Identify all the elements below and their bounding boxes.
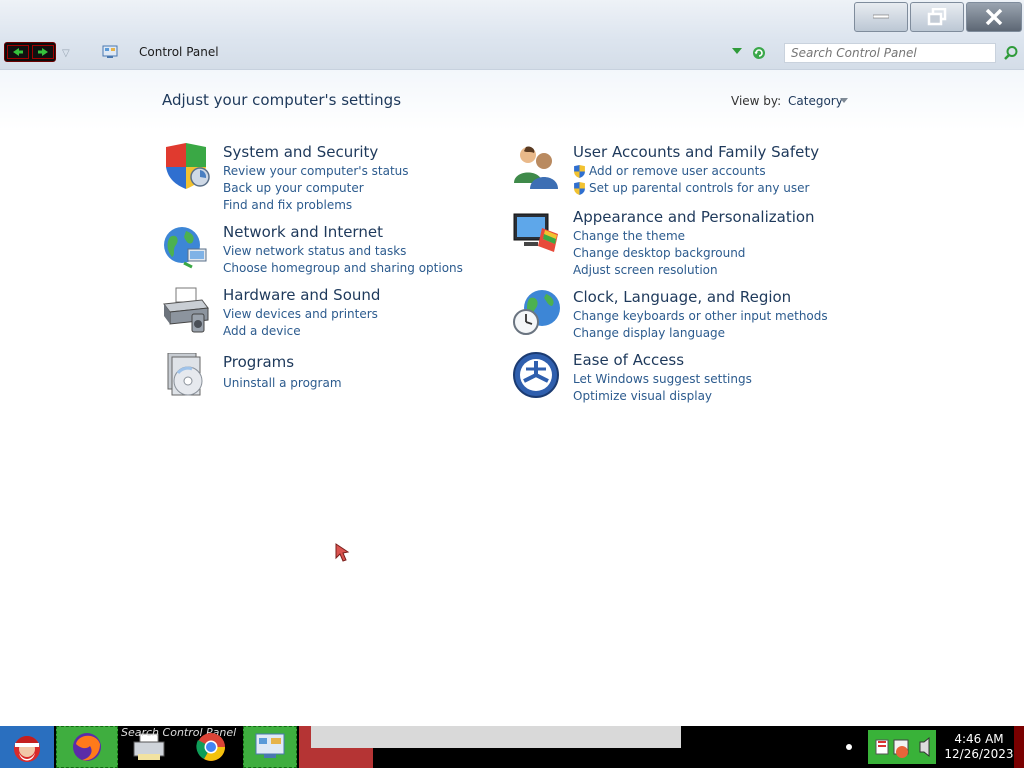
minimize-button[interactable] [854, 2, 908, 32]
refresh-icon[interactable] [751, 45, 767, 61]
tray-indicator-dot [846, 744, 852, 750]
category-title[interactable]: Hardware and Sound [223, 286, 380, 304]
clock-date: 12/26/2023 [944, 747, 1014, 761]
taskbar-chrome[interactable] [181, 726, 241, 768]
category-links: Change the theme Change desktop backgrou… [573, 228, 745, 279]
category-links: Let Windows suggest settings Optimize vi… [573, 371, 752, 405]
view-by-dropdown[interactable]: Category [788, 94, 843, 108]
breadcrumb[interactable]: Control Panel [139, 45, 219, 59]
category-link[interactable]: Optimize visual display [573, 388, 752, 405]
restore-icon [927, 8, 947, 26]
globe-network-icon[interactable] [162, 223, 210, 271]
category-link[interactable]: Change display language [573, 325, 828, 342]
category-link-text: Add or remove user accounts [589, 164, 766, 178]
close-icon [985, 9, 1003, 25]
navigation-arrows [4, 42, 56, 62]
clock-globe-icon[interactable] [512, 288, 560, 336]
category-link[interactable]: Uninstall a program [223, 375, 342, 392]
taskbar-clock[interactable]: 4:46 AM 12/26/2023 [944, 732, 1014, 762]
category-link[interactable]: Review your computer's status [223, 163, 409, 180]
category-link[interactable]: Change the theme [573, 228, 745, 245]
category-link[interactable]: View devices and printers [223, 306, 378, 323]
monitor-paint-icon[interactable] [512, 208, 560, 256]
category-links: Review your computer's status Back up yo… [223, 163, 409, 214]
shield-icon[interactable] [162, 143, 210, 191]
programs-icon[interactable] [162, 353, 210, 401]
category-link[interactable]: Change keyboards or other input methods [573, 308, 828, 325]
window-titlebar: ▽ Control Panel [0, 0, 1024, 70]
address-dropdown-icon[interactable] [732, 48, 742, 54]
category-links: View devices and printers Add a device [223, 306, 378, 340]
category-links: Uninstall a program [223, 375, 342, 392]
uac-shield-icon [574, 182, 585, 195]
forward-arrow-icon [37, 48, 48, 56]
category-title[interactable]: User Accounts and Family Safety [573, 143, 819, 161]
category-link[interactable]: Back up your computer [223, 180, 409, 197]
control-panel-taskbar-icon [255, 733, 285, 758]
back-arrow-icon [12, 48, 23, 56]
forward-button[interactable] [31, 45, 54, 59]
close-button[interactable] [966, 2, 1022, 32]
category-title[interactable]: System and Security [223, 143, 378, 161]
category-title[interactable]: Network and Internet [223, 223, 383, 241]
category-links: Change keyboards or other input methods … [573, 308, 828, 342]
category-link[interactable]: Add or remove user accounts [573, 163, 809, 180]
show-desktop-button[interactable] [1014, 726, 1024, 768]
back-button[interactable] [6, 45, 29, 59]
category-title[interactable]: Ease of Access [573, 351, 684, 369]
clock-time: 4:46 AM [954, 732, 1004, 746]
category-title[interactable]: Programs [223, 353, 294, 371]
category-links: View network status and tasks Choose hom… [223, 243, 463, 277]
category-links: Add or remove user accounts Set up paren… [573, 163, 809, 197]
view-by-chevron-icon[interactable] [840, 98, 848, 103]
start-button[interactable] [0, 726, 54, 768]
ease-of-access-icon[interactable] [512, 351, 560, 399]
taskbar-firefox[interactable] [56, 726, 118, 768]
taskbar-control-panel[interactable] [243, 726, 297, 768]
category-link[interactable]: Let Windows suggest settings [573, 371, 752, 388]
printer-icon[interactable] [162, 286, 210, 334]
category-title[interactable]: Appearance and Personalization [573, 208, 815, 226]
users-icon[interactable] [512, 143, 560, 191]
system-tray [868, 730, 936, 764]
firefox-icon [73, 733, 101, 761]
category-link[interactable]: Adjust screen resolution [573, 262, 745, 279]
minimize-icon [873, 14, 889, 19]
mouse-cursor-icon [335, 543, 350, 562]
category-link[interactable]: Add a device [223, 323, 378, 340]
search-icon[interactable] [1003, 45, 1019, 61]
category-link[interactable]: Find and fix problems [223, 197, 409, 214]
category-link[interactable]: Change desktop background [573, 245, 745, 262]
recent-pages-dropdown[interactable]: ▽ [62, 48, 70, 59]
category-link[interactable]: View network status and tasks [223, 243, 463, 260]
tray-icons[interactable] [868, 730, 936, 764]
window-controls [854, 2, 1022, 32]
control-panel-content: Adjust your computer's settings View by:… [0, 70, 1024, 726]
restore-button[interactable] [910, 2, 964, 32]
category-link[interactable]: Set up parental controls for any user [573, 180, 809, 197]
category-link-text: Set up parental controls for any user [589, 181, 810, 195]
view-by-label: View by: [731, 94, 782, 108]
category-title[interactable]: Clock, Language, and Region [573, 288, 791, 306]
search-input[interactable] [784, 43, 996, 63]
category-link[interactable]: Choose homegroup and sharing options [223, 260, 463, 277]
taskbar-blank-button[interactable] [311, 726, 681, 748]
chrome-icon [196, 733, 225, 761]
control-panel-icon [102, 45, 118, 58]
uac-shield-icon [574, 165, 585, 178]
page-title: Adjust your computer's settings [162, 91, 402, 109]
santa-start-icon [14, 736, 40, 762]
taskbar: Search Control Panel 4:46 AM 12/26/2023 [0, 726, 1024, 768]
